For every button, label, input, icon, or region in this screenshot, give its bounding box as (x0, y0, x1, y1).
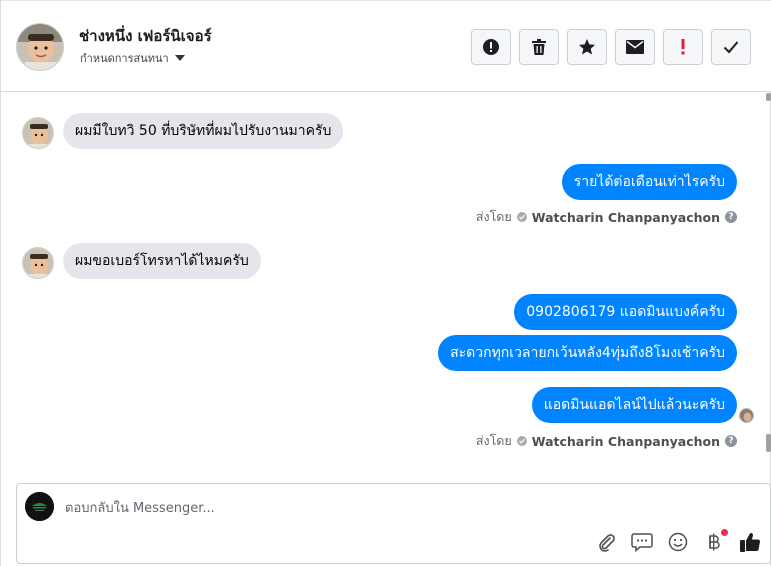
message-bubble-outgoing[interactable]: รายได้ต่อเดือนเท่าไรครับ (561, 164, 737, 200)
composer-toolbar (594, 529, 762, 554)
alert-circle-icon (483, 39, 499, 55)
envelope-icon (626, 40, 644, 54)
messenger-inbox-panel: ช่างหนึ่ง เฟอร์นิเจอร์ กำหนดการสนทนา ผมม… (0, 0, 771, 566)
sent-by-line: ส่งโดย Watcharin Chanpanyachon ? (476, 207, 737, 227)
saved-reply-icon (631, 533, 653, 552)
thumbs-up-icon (740, 533, 761, 552)
sent-by-line: ส่งโดย Watcharin Chanpanyachon ? (476, 431, 737, 451)
message-bubble-incoming[interactable]: ผมขอเบอร์โทรหาได้ไหมครับ (63, 243, 261, 279)
attach-file-button[interactable] (594, 530, 618, 554)
contact-name: ช่างหนึ่ง เฟอร์นิเจอร์ (79, 27, 212, 45)
exclamation-icon (681, 39, 685, 55)
conversation-settings-dropdown[interactable]: กำหนดการสนทนา (80, 49, 185, 67)
reply-composer (16, 483, 771, 564)
sender-avatar[interactable] (22, 247, 54, 279)
scrollbar-thumb[interactable] (766, 434, 771, 452)
conversation-header: ช่างหนึ่ง เฟอร์นิเจอร์ กำหนดการสนทนา (1, 0, 771, 92)
sent-check-icon (516, 212, 527, 222)
mark-done-button[interactable] (711, 29, 751, 65)
sent-check-icon (516, 436, 527, 446)
mark-unread-button[interactable] (615, 29, 655, 65)
scrollbar-arrow-up[interactable] (766, 93, 771, 101)
star-button[interactable] (567, 29, 607, 65)
sender-name[interactable]: Watcharin Chanpanyachon (532, 434, 720, 449)
sent-by-label: ส่งโดย (475, 433, 512, 448)
emoji-icon (668, 532, 688, 552)
sent-by-label: ส่งโดย (475, 209, 512, 224)
message-bubble-incoming[interactable]: ผมมีใบทวิ 50 ที่บริษัทที่ผมไปรับงานมาครั… (63, 113, 344, 149)
notification-dot (721, 529, 728, 536)
message-bubble-outgoing[interactable]: สะดวกทุกเวลายกเว้นหลัง4ทุ่มถึง8โมงเช้าคร… (438, 335, 737, 371)
seen-by-avatar (739, 408, 754, 423)
star-icon (579, 39, 595, 55)
message-bubble-outgoing[interactable]: 0902806179 แอดมินแบงค์ครับ (514, 294, 737, 330)
message-thread[interactable]: ผมมีใบทวิ 50 ที่บริษัทที่ผมไปรับงานมาครั… (1, 93, 771, 473)
send-like-button[interactable] (738, 530, 762, 554)
baht-icon (709, 533, 720, 551)
sender-name[interactable]: Watcharin Chanpanyachon (532, 210, 720, 225)
mark-spam-button[interactable] (471, 29, 511, 65)
delete-button[interactable] (519, 29, 559, 65)
caret-down-icon (174, 55, 185, 61)
emoji-button[interactable] (666, 530, 690, 554)
conversation-settings-label: กำหนดการสนทนา (80, 52, 169, 65)
message-bubble-outgoing[interactable]: แอดมินแอดไลน์ไปแล้วนะครับ (531, 387, 737, 423)
payment-button[interactable] (702, 529, 728, 554)
follow-up-button[interactable] (663, 29, 703, 65)
sender-avatar[interactable] (22, 117, 54, 149)
help-icon[interactable]: ? (725, 211, 737, 223)
trash-icon (532, 39, 546, 55)
header-actions (471, 29, 751, 65)
reply-input[interactable] (65, 498, 585, 518)
contact-avatar[interactable] (16, 23, 64, 71)
saved-replies-button[interactable] (630, 530, 654, 554)
check-icon (723, 41, 739, 54)
page-avatar (25, 492, 54, 521)
help-icon[interactable]: ? (725, 435, 737, 447)
paperclip-icon (599, 534, 615, 552)
